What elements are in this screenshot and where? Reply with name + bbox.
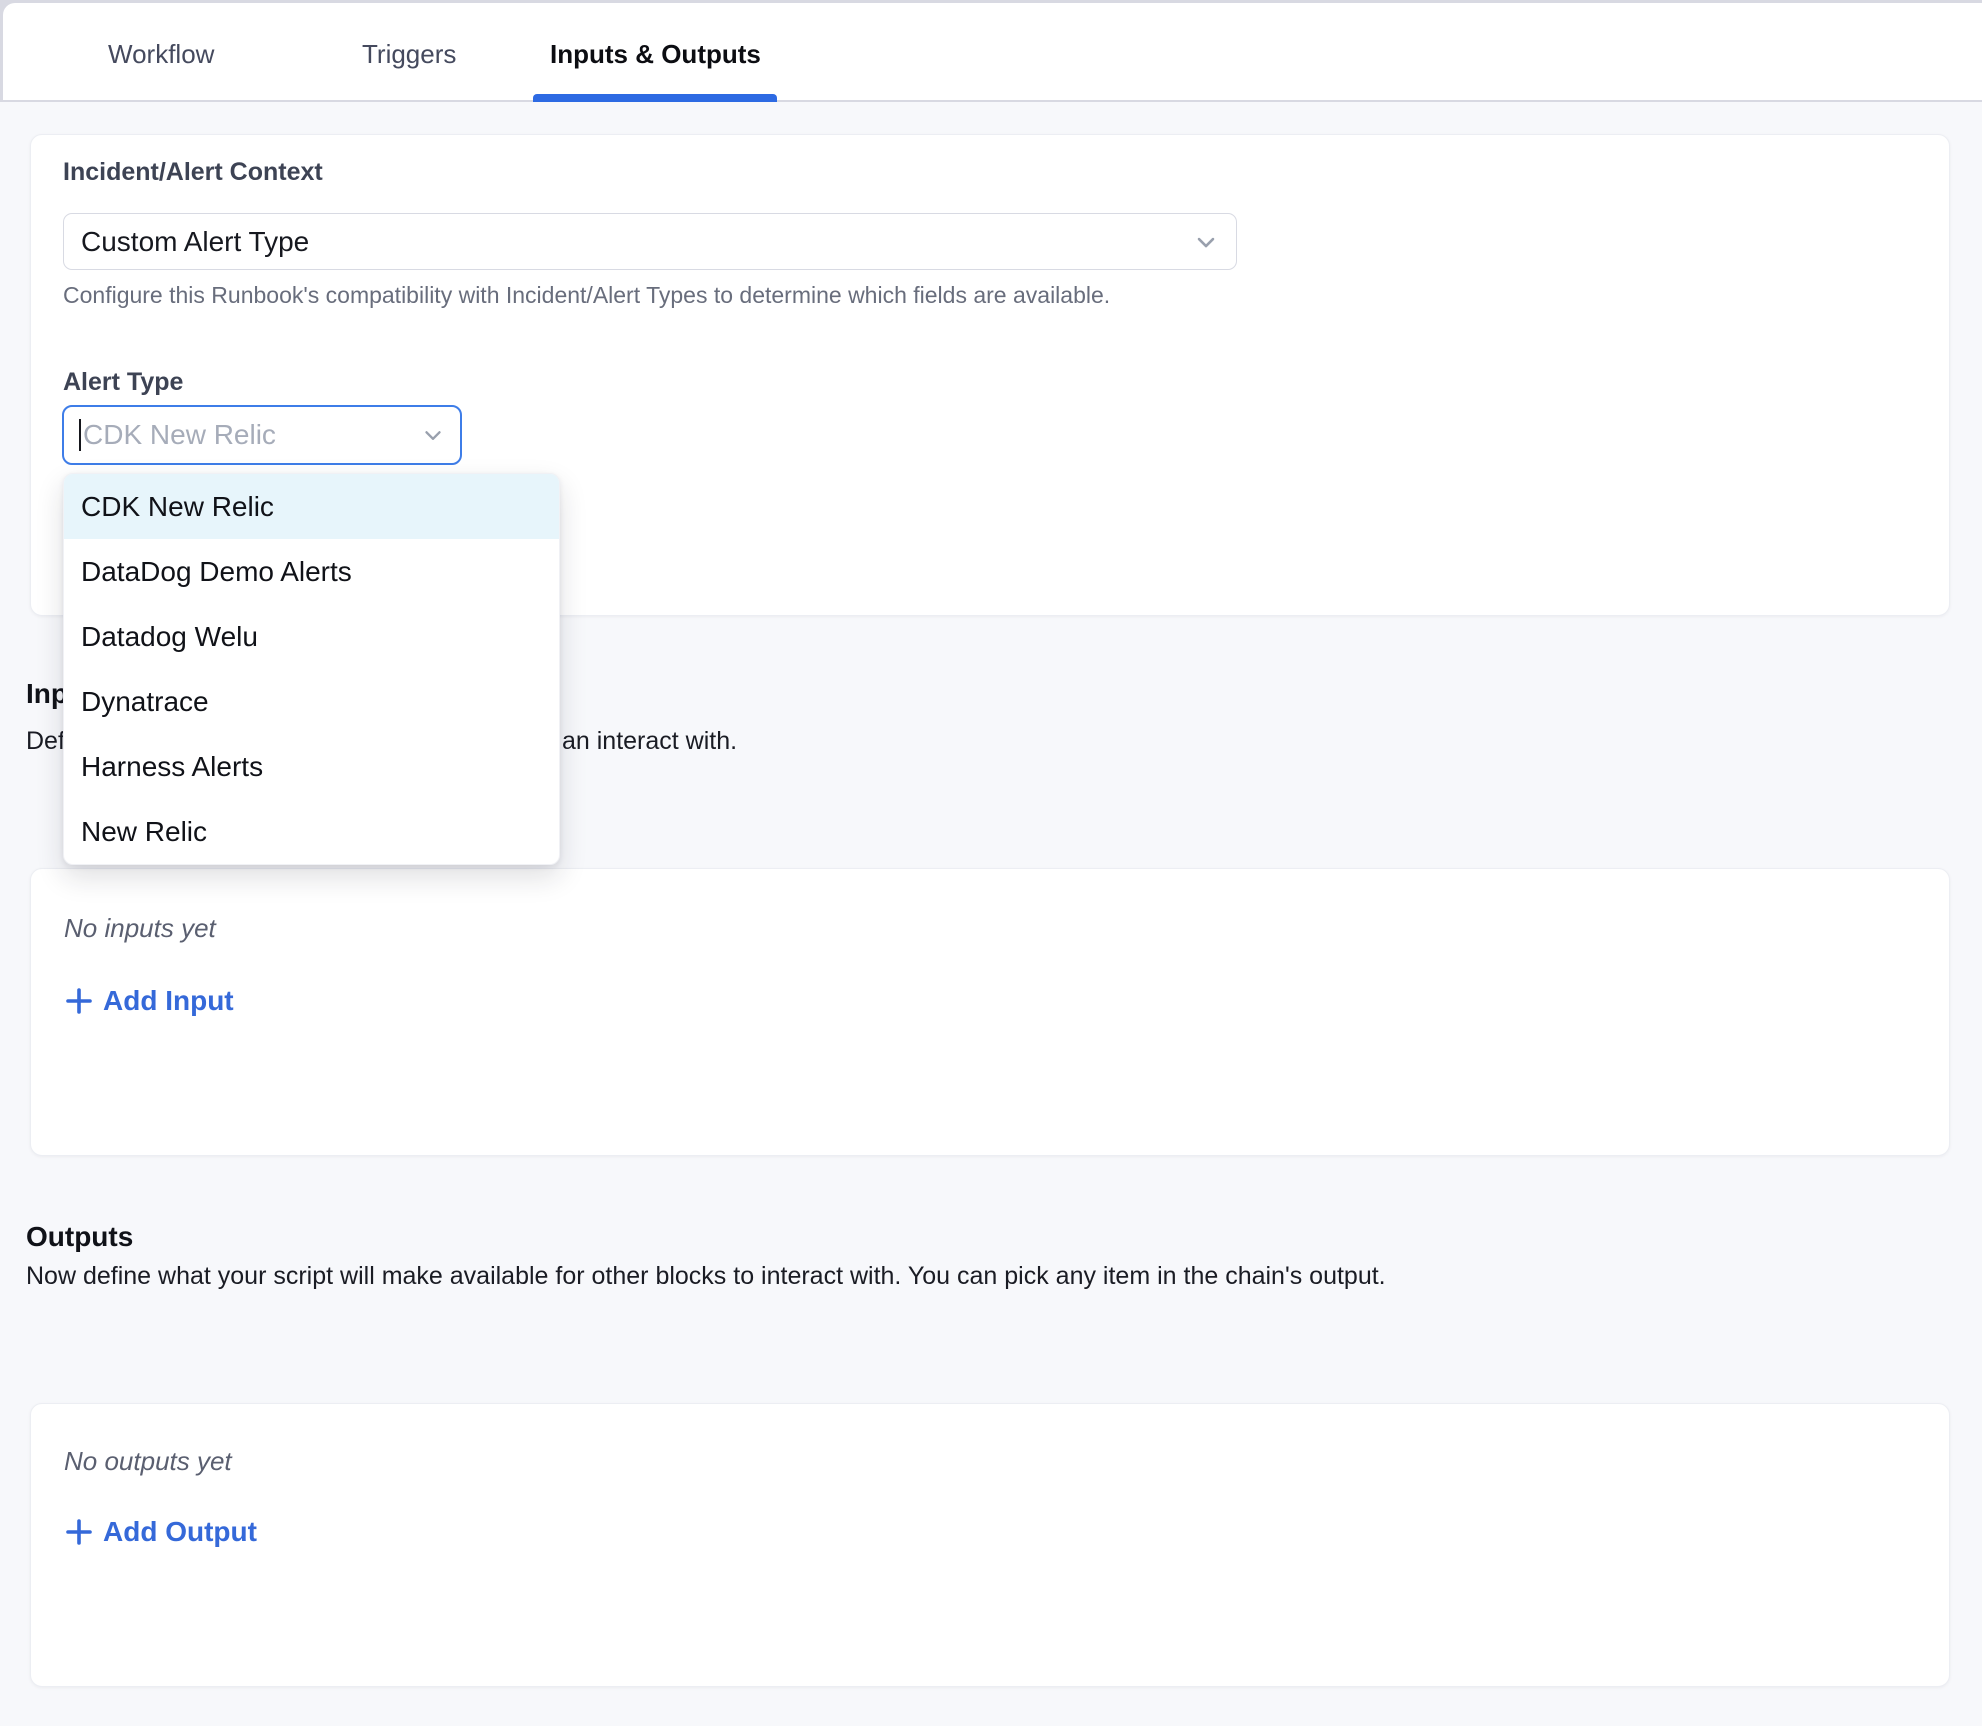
- alert-type-input[interactable]: CDK New Relic: [62, 405, 462, 465]
- dropdown-option[interactable]: New Relic: [64, 799, 559, 864]
- add-output-button[interactable]: Add Output: [64, 1516, 257, 1548]
- inputs-empty-state: No inputs yet: [64, 913, 216, 944]
- alert-type-label: Alert Type: [63, 368, 183, 397]
- tab-triggers[interactable]: Triggers: [362, 39, 456, 70]
- outputs-card: No outputs yet Add Output: [30, 1403, 1950, 1687]
- incident-context-select[interactable]: Custom Alert Type: [63, 213, 1237, 270]
- plus-icon: [64, 986, 94, 1016]
- outputs-section-description: Now define what your script will make av…: [26, 1262, 1386, 1291]
- inputs-outputs-page: Workflow Triggers Inputs & Outputs Incid…: [0, 0, 1982, 1726]
- incident-context-selected-value: Custom Alert Type: [81, 226, 309, 258]
- inputs-section-description-end: an interact with.: [562, 727, 737, 756]
- dropdown-option[interactable]: Datadog Welu: [64, 604, 559, 669]
- outputs-empty-state: No outputs yet: [64, 1446, 232, 1477]
- chevron-down-icon: [420, 422, 446, 448]
- inputs-card: No inputs yet Add Input: [30, 868, 1950, 1156]
- dropdown-option[interactable]: Dynatrace: [64, 669, 559, 734]
- alert-type-dropdown: CDK New Relic DataDog Demo Alerts Datado…: [63, 473, 560, 865]
- outputs-section-title: Outputs: [26, 1221, 133, 1253]
- tab-bar: Workflow Triggers Inputs & Outputs: [3, 3, 1982, 100]
- add-input-button[interactable]: Add Input: [64, 985, 234, 1017]
- add-output-label: Add Output: [103, 1516, 257, 1548]
- add-input-label: Add Input: [103, 985, 234, 1017]
- dropdown-option[interactable]: CDK New Relic: [64, 474, 559, 539]
- tab-workflow[interactable]: Workflow: [108, 39, 214, 70]
- chevron-down-icon: [1192, 228, 1220, 256]
- incident-context-helper-text: Configure this Runbook's compatibility w…: [63, 282, 1110, 309]
- incident-context-label: Incident/Alert Context: [63, 158, 323, 187]
- tab-inputs-outputs[interactable]: Inputs & Outputs: [550, 39, 761, 70]
- active-tab-indicator: [533, 94, 777, 102]
- dropdown-option[interactable]: DataDog Demo Alerts: [64, 539, 559, 604]
- plus-icon: [64, 1517, 94, 1547]
- dropdown-option[interactable]: Harness Alerts: [64, 734, 559, 799]
- text-caret: [79, 419, 81, 451]
- alert-type-placeholder: CDK New Relic: [83, 419, 276, 451]
